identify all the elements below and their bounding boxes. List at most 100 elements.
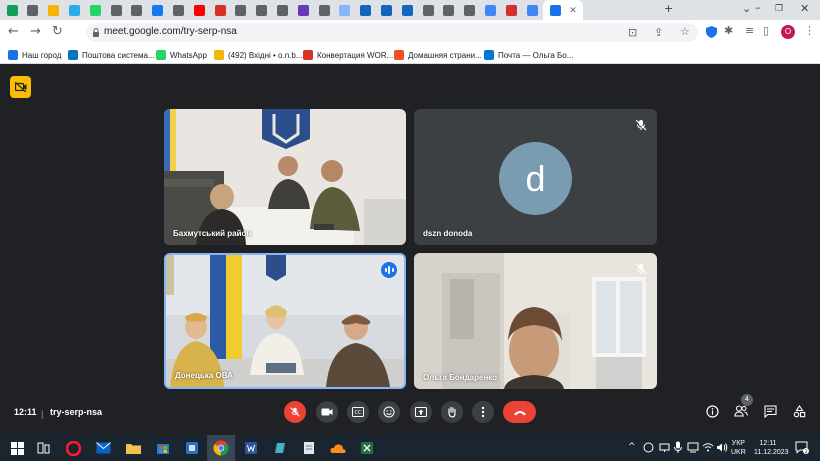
- browser-tab[interactable]: [23, 0, 43, 20]
- browser-tab[interactable]: [335, 0, 355, 20]
- system-clock[interactable]: 12:11 11.12.2023: [754, 439, 789, 457]
- participant-tile[interactable]: Донецька ОВА: [164, 253, 406, 389]
- cloud-app[interactable]: [329, 439, 347, 457]
- browser-tab[interactable]: [231, 0, 251, 20]
- raise-hand-button[interactable]: [441, 401, 463, 423]
- bookmark-item[interactable]: Конвертация WOR...: [303, 48, 393, 62]
- browser-tab[interactable]: [397, 0, 417, 20]
- show-hidden-icons[interactable]: ^: [628, 442, 636, 452]
- browser-tab[interactable]: [522, 0, 542, 20]
- browser-tab[interactable]: [356, 0, 376, 20]
- reload-button[interactable]: ↻: [52, 25, 63, 39]
- tray-app-icon[interactable]: [643, 442, 654, 453]
- extensions-puzzle-icon[interactable]: ✱: [724, 24, 733, 37]
- browser-tab[interactable]: [210, 0, 230, 20]
- bookmark-item[interactable]: Почта — Ольга Бо...: [484, 48, 573, 62]
- participant-tile[interactable]: Бахмутський район: [164, 109, 406, 245]
- bookmark-item[interactable]: Поштова система...: [68, 48, 155, 62]
- browser-tab[interactable]: [2, 0, 22, 20]
- browser-tab[interactable]: [106, 0, 126, 20]
- browser-tab[interactable]: [64, 0, 84, 20]
- excel-icon: [361, 442, 373, 454]
- browser-tab[interactable]: [272, 0, 292, 20]
- excel-app[interactable]: [358, 439, 376, 457]
- media-control-icon[interactable]: ≡: [745, 24, 754, 37]
- browser-tab[interactable]: [148, 0, 168, 20]
- browser-tab[interactable]: [480, 0, 500, 20]
- language-indicator[interactable]: УКР UKR: [731, 439, 746, 457]
- address-bar[interactable]: meet.google.com/try-serp-nsa ⊡ ⇪ ☆: [86, 23, 698, 42]
- start-button[interactable]: [8, 439, 26, 457]
- browser-tab[interactable]: [418, 0, 438, 20]
- activities-button[interactable]: [791, 403, 807, 419]
- back-button[interactable]: ←: [8, 25, 19, 39]
- facebook-icon: [152, 4, 164, 16]
- word-app[interactable]: [242, 439, 260, 457]
- browser-tab[interactable]: [439, 0, 459, 20]
- chevron-down-icon[interactable]: ⌄: [742, 2, 751, 15]
- maximize-button[interactable]: ❐: [775, 4, 783, 14]
- browser-tab[interactable]: [168, 0, 188, 20]
- opera-icon: [65, 440, 81, 456]
- present-screen-button[interactable]: [410, 401, 432, 423]
- captions-button[interactable]: CC: [347, 401, 369, 423]
- browser-tab[interactable]: [314, 0, 334, 20]
- bookmark-star-icon[interactable]: ☆: [680, 25, 690, 38]
- bookmark-item[interactable]: Домашняя страни...: [394, 48, 482, 62]
- close-tab-icon[interactable]: ✕: [569, 5, 577, 15]
- browser-tab[interactable]: [460, 0, 480, 20]
- more-menu-icon[interactable]: ⋮: [804, 24, 815, 37]
- chat-button[interactable]: [762, 403, 778, 419]
- browser-tab[interactable]: [376, 0, 396, 20]
- store-app[interactable]: [154, 439, 172, 457]
- close-window-button[interactable]: ✕: [800, 2, 809, 15]
- volume-icon[interactable]: [716, 442, 728, 453]
- browser-tab[interactable]: [252, 0, 272, 20]
- new-tab-button[interactable]: +: [664, 2, 673, 15]
- lock-icon[interactable]: [92, 28, 100, 37]
- side-panel-icon[interactable]: ▯: [763, 24, 769, 37]
- browser-tab[interactable]: [44, 0, 64, 20]
- microphone-icon[interactable]: [674, 441, 682, 454]
- network-icon[interactable]: [659, 442, 670, 453]
- participant-tile[interactable]: d dszn donoda: [414, 109, 657, 245]
- opera-app[interactable]: [64, 439, 82, 457]
- notes-app[interactable]: [271, 439, 289, 457]
- minimize-button[interactable]: –: [755, 1, 761, 14]
- browser-tab[interactable]: [127, 0, 147, 20]
- more-options-button[interactable]: [472, 401, 494, 423]
- mic-toggle-button[interactable]: [284, 401, 306, 423]
- bookmark-item[interactable]: WhatsApp: [156, 48, 207, 62]
- shield-extension-icon[interactable]: [706, 26, 717, 38]
- notification-center-button[interactable]: 2: [795, 441, 809, 459]
- participant-tile[interactable]: Ольга Бондаренко: [414, 253, 657, 389]
- forward-button[interactable]: →: [30, 25, 41, 39]
- meet-badge[interactable]: [10, 76, 31, 98]
- chrome-app-active[interactable]: [207, 435, 235, 461]
- camera-permission-icon[interactable]: ⊡: [628, 26, 637, 39]
- meeting-details-button[interactable]: [704, 403, 720, 419]
- browser-tab-active[interactable]: ✕: [542, 0, 583, 20]
- bluetooth-or-display-icon[interactable]: [687, 442, 699, 453]
- share-icon[interactable]: ⇪: [654, 26, 663, 39]
- files-app[interactable]: [300, 439, 318, 457]
- browser-tab[interactable]: [85, 0, 105, 20]
- browser-tab[interactable]: [293, 0, 313, 20]
- browser-tab[interactable]: [189, 0, 209, 20]
- profile-avatar[interactable]: O: [781, 25, 795, 39]
- camera-toggle-button[interactable]: [316, 401, 338, 423]
- wifi-icon[interactable]: [702, 442, 714, 453]
- bookmark-item[interactable]: (492) Вхідні • o.n.b...: [214, 48, 303, 62]
- tsn-icon: [505, 4, 517, 16]
- system-app[interactable]: [183, 439, 201, 457]
- chat-icon: [763, 404, 777, 418]
- language-code: УКР: [731, 440, 745, 447]
- mail-app[interactable]: [94, 439, 112, 457]
- bookmark-item[interactable]: Наш город: [8, 48, 61, 62]
- file-explorer-app[interactable]: [124, 439, 142, 457]
- leave-call-button[interactable]: [503, 401, 536, 423]
- task-view-button[interactable]: [34, 439, 52, 457]
- windows-logo-icon: [10, 441, 24, 455]
- browser-tab[interactable]: [501, 0, 521, 20]
- reactions-button[interactable]: [378, 401, 400, 423]
